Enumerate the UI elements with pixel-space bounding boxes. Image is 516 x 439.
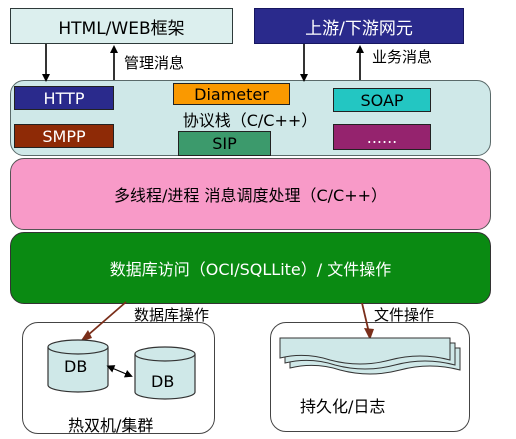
file-operation-label: 文件操作 [374,306,435,324]
threading-layer-label: 多线程/进程 消息调度处理（C/C++） [113,186,388,205]
html-web-framework-label: HTML/WEB框架 [58,18,185,39]
db-operation-label: 数据库操作 [134,306,210,324]
database-layer: 数据库访问（OCI/SQLLite）/ 文件操作 [10,232,491,304]
business-message-label: 业务消息 [372,48,433,66]
protocol-diameter: Diameter [173,83,290,105]
protocol-diameter-label: Diameter [194,84,269,104]
protocol-http: HTTP [14,86,114,110]
manage-message-label: 管理消息 [124,54,185,72]
protocol-stack-label: 协议栈（C/C++） [182,111,318,130]
upstream-downstream-box: 上游/下游网元 [254,8,464,44]
protocol-smpp: SMPP [14,124,114,148]
protocol-http-label: HTTP [43,88,85,108]
upstream-downstream-label: 上游/下游网元 [305,18,413,39]
threading-layer: 多线程/进程 消息调度处理（C/C++） [10,158,491,230]
database-1-label: DB [64,357,88,376]
protocol-sip: SIP [178,131,271,156]
cluster-caption: 热双机/集群 [68,416,154,435]
protocol-soap-label: SOAP [360,90,404,110]
database-layer-label: 数据库访问（OCI/SQLLite）/ 文件操作 [109,260,392,279]
protocol-smpp-label: SMPP [42,126,86,146]
protocol-sip-label: SIP [212,134,237,153]
database-2-label: DB [151,372,175,391]
persistence-caption: 持久化/日志 [300,397,386,416]
protocol-more-label: ...... [366,127,398,147]
html-web-framework-box: HTML/WEB框架 [10,8,233,44]
